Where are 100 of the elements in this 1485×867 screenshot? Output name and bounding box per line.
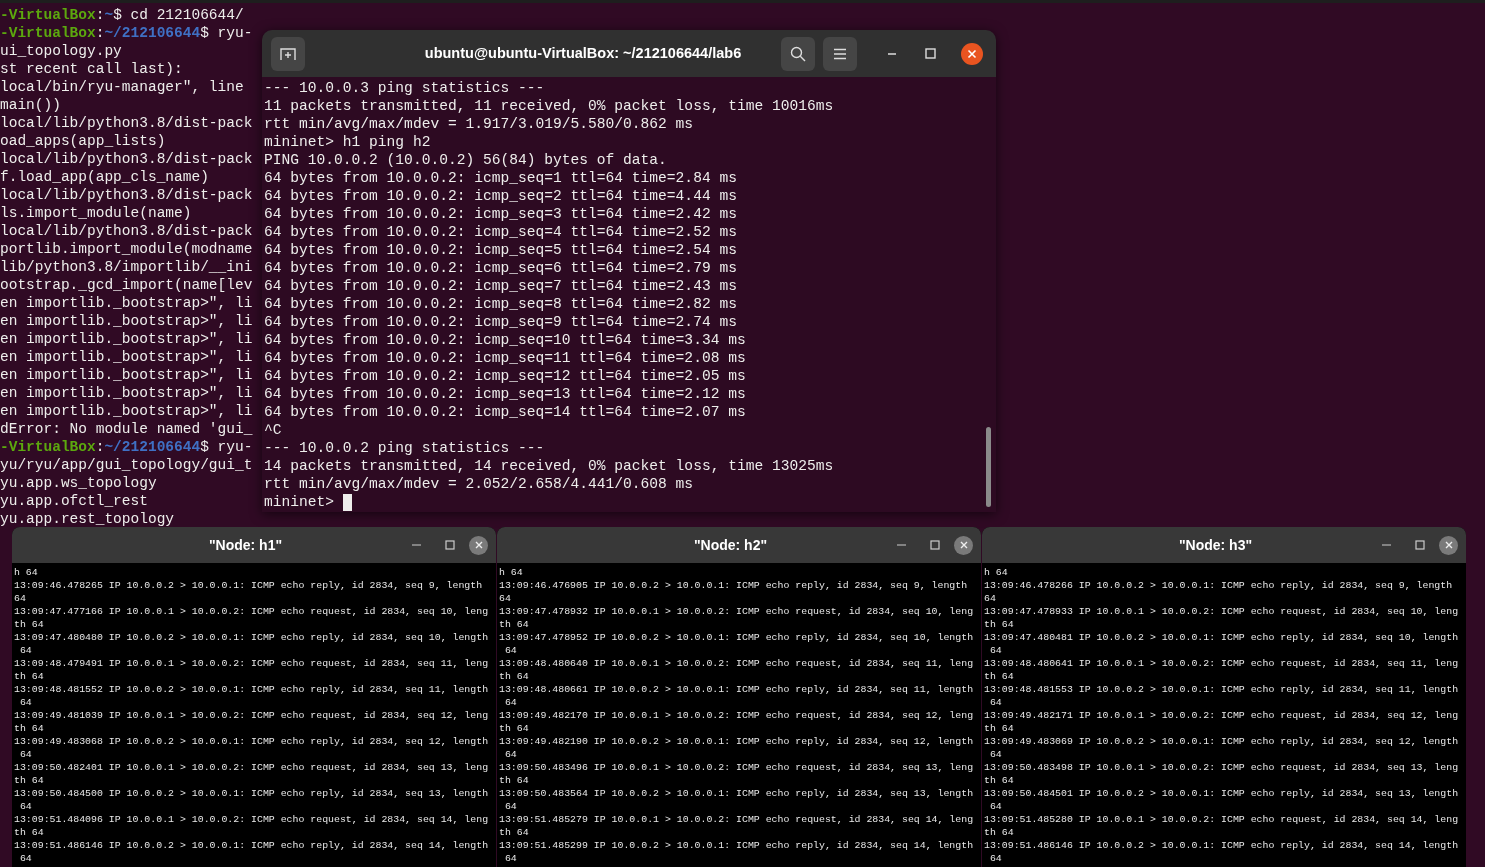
terminal-line: 64 bbox=[988, 644, 1002, 657]
close-button[interactable] bbox=[469, 535, 488, 555]
close-button[interactable] bbox=[961, 42, 983, 65]
terminal-line: 64 bytes from 10.0.0.2: icmp_seq=5 ttl=64 time=2.54 ms bbox=[264, 241, 737, 259]
terminal-line: rtt min/avg/max/mdev = 1.917/3.019/5.580/0.862 ms bbox=[264, 115, 694, 133]
terminal-line: st recent call last): bbox=[0, 60, 184, 78]
menu-button[interactable] bbox=[823, 36, 857, 71]
terminal-line: 64 bbox=[988, 748, 1002, 761]
terminal-line: th 64 bbox=[984, 670, 1014, 683]
terminal-line: 64 bbox=[18, 852, 32, 865]
terminal-line: main()) bbox=[0, 96, 62, 114]
terminal-line: 64 bytes from 10.0.0.2: icmp_seq=14 ttl=64 time=2.07 ms bbox=[264, 403, 746, 421]
prompt-host: -VirtualBox bbox=[0, 439, 96, 455]
prompt-host: -VirtualBox bbox=[0, 25, 96, 41]
terminal-line: en importlib._bootstrap>", li bbox=[0, 402, 253, 420]
terminal-line: 64 bbox=[503, 644, 517, 657]
terminal-line: th 64 bbox=[14, 774, 44, 787]
prompt-path: ~ bbox=[104, 7, 114, 23]
terminal-line: 64 bbox=[18, 748, 32, 761]
terminal-line: 64 bbox=[988, 852, 1002, 865]
minimize-icon bbox=[887, 52, 897, 55]
close-button[interactable] bbox=[1439, 535, 1458, 555]
terminal-line: 13:09:47.478952 IP 10.0.0.2 > 10.0.0.1: ICMP echo reply, id 2834, seq 10, length bbox=[499, 631, 974, 644]
close-icon bbox=[1444, 541, 1453, 549]
terminal-line: 13:09:46.478266 IP 10.0.0.2 > 10.0.0.1: ICMP echo reply, id 2834, seq 9, length bbox=[984, 579, 1453, 592]
command-text: : bbox=[95, 25, 105, 41]
terminal-line: f.load_app(app_cls_name) bbox=[0, 168, 210, 186]
command-text: : bbox=[95, 7, 105, 23]
terminal-line: th 64 bbox=[14, 722, 44, 735]
terminal-line: th 64 bbox=[984, 774, 1014, 787]
terminal-line: 13:09:51.484096 IP 10.0.0.1 > 10.0.0.2: ICMP echo request, id 2834, seq 14, leng bbox=[14, 813, 489, 826]
terminal-line: 13:09:51.486146 IP 10.0.0.2 > 10.0.0.1: ICMP echo reply, id 2834, seq 14, length bbox=[14, 839, 489, 852]
terminal-line: ls.import_module(name) bbox=[0, 204, 193, 222]
terminal-line: local/lib/python3.8/dist-pack bbox=[0, 222, 253, 240]
command-text: $ ryu- bbox=[200, 25, 253, 41]
terminal-line: local/bin/ryu-manager", line bbox=[0, 78, 245, 96]
terminal-line: th 64 bbox=[499, 618, 529, 631]
terminal-line: h 64 bbox=[499, 566, 523, 579]
terminal-line: lib/python3.8/importlib/__ini bbox=[0, 258, 253, 276]
terminal-line: 64 bytes from 10.0.0.2: icmp_seq=11 ttl=64 time=2.08 ms bbox=[264, 349, 746, 367]
terminal-line: 64 bbox=[18, 696, 32, 709]
terminal-line: en importlib._bootstrap>", li bbox=[0, 294, 253, 312]
minimize-icon bbox=[1381, 544, 1391, 546]
terminal-line: PING 10.0.0.2 (10.0.0.2) 56(84) bytes of data. bbox=[264, 151, 667, 169]
minimize-icon bbox=[896, 544, 906, 546]
terminal-line: en importlib._bootstrap>", li bbox=[0, 366, 253, 384]
terminal-line: 64 bbox=[18, 644, 32, 657]
window-title: "Node: h2" bbox=[693, 535, 768, 555]
terminal-line: 13:09:48.481553 IP 10.0.0.2 > 10.0.0.1: ICMP echo reply, id 2834, seq 11, length bbox=[984, 683, 1459, 696]
terminal-line: 64 bbox=[499, 592, 511, 605]
new-tab-icon bbox=[280, 46, 296, 61]
search-button[interactable] bbox=[781, 36, 815, 71]
terminal-line: rtt min/avg/max/mdev = 2.052/2.658/4.441/0.608 ms bbox=[264, 475, 694, 493]
close-icon bbox=[967, 48, 977, 59]
terminal-line: 64 bbox=[18, 800, 32, 813]
terminal-line: 13:09:49.483069 IP 10.0.0.2 > 10.0.0.1: ICMP echo reply, id 2834, seq 12, length bbox=[984, 735, 1459, 748]
terminal-line: 64 bytes from 10.0.0.2: icmp_seq=1 ttl=64 time=2.84 ms bbox=[264, 169, 737, 187]
terminal-line: 13:09:49.482190 IP 10.0.0.2 > 10.0.0.1: ICMP echo reply, id 2834, seq 12, length bbox=[499, 735, 974, 748]
terminal-line: en importlib._bootstrap>", li bbox=[0, 312, 253, 330]
terminal-line: 64 bbox=[984, 592, 996, 605]
terminal-line: local/lib/python3.8/dist-pack bbox=[0, 186, 253, 204]
terminal-line: 13:09:50.482401 IP 10.0.0.1 > 10.0.0.2: ICMP echo request, id 2834, seq 13, leng bbox=[14, 761, 489, 774]
terminal-line: dError: No module named 'gui_ bbox=[0, 420, 253, 438]
terminal-line: th 64 bbox=[499, 826, 529, 839]
terminal-line: 13:09:48.479491 IP 10.0.0.1 > 10.0.0.2: ICMP echo request, id 2834, seq 11, leng bbox=[14, 657, 489, 670]
terminal-line: 64 bbox=[503, 852, 517, 865]
terminal-line: h 64 bbox=[984, 566, 1008, 579]
terminal-line: th 64 bbox=[499, 670, 529, 683]
terminal-line: 13:09:47.480481 IP 10.0.0.2 > 10.0.0.1: ICMP echo reply, id 2834, seq 10, length bbox=[984, 631, 1459, 644]
scrollbar[interactable] bbox=[986, 427, 991, 507]
terminal-line: ootstrap._gcd_import(name[lev bbox=[0, 276, 253, 294]
terminal-line: local/lib/python3.8/dist-pack bbox=[0, 114, 253, 132]
terminal-line: th 64 bbox=[499, 722, 529, 735]
close-icon bbox=[959, 541, 968, 549]
close-button[interactable] bbox=[954, 535, 973, 555]
cursor bbox=[342, 493, 352, 511]
close-icon bbox=[474, 541, 483, 549]
terminal-line: 13:09:50.484500 IP 10.0.0.2 > 10.0.0.1: ICMP echo reply, id 2834, seq 13, length bbox=[14, 787, 489, 800]
terminal-line: 13:09:47.480480 IP 10.0.0.2 > 10.0.0.1: ICMP echo reply, id 2834, seq 10, length bbox=[14, 631, 489, 644]
terminal-line: 13:09:51.485280 IP 10.0.0.1 > 10.0.0.2: ICMP echo request, id 2834, seq 14, leng bbox=[984, 813, 1459, 826]
terminal-line: 64 bytes from 10.0.0.2: icmp_seq=4 ttl=64 time=2.52 ms bbox=[264, 223, 737, 241]
terminal-line: --- 10.0.0.2 ping statistics --- bbox=[264, 439, 545, 457]
command-text: $ cd 212106644/ bbox=[113, 7, 244, 23]
window-title: ubuntu@ubuntu-VirtualBox: ~/212106644/lab6 bbox=[424, 43, 742, 63]
terminal-line: 64 bytes from 10.0.0.2: icmp_seq=6 ttl=64 time=2.79 ms bbox=[264, 259, 737, 277]
terminal-line: 13:09:48.480661 IP 10.0.0.2 > 10.0.0.1: ICMP echo reply, id 2834, seq 11, length bbox=[499, 683, 974, 696]
terminal-line: 13:09:46.478265 IP 10.0.0.2 > 10.0.0.1: ICMP echo reply, id 2834, seq 9, length bbox=[14, 579, 483, 592]
command-text: : bbox=[95, 439, 105, 455]
terminal-line: 64 bytes from 10.0.0.2: icmp_seq=9 ttl=64 time=2.74 ms bbox=[264, 313, 737, 331]
terminal-line: 64 bbox=[503, 748, 517, 761]
new-tab-button[interactable] bbox=[271, 36, 305, 71]
terminal-line: mininet> bbox=[264, 493, 336, 511]
terminal-line: 64 bbox=[503, 696, 517, 709]
prompt-path: ~/212106644 bbox=[104, 439, 201, 455]
terminal-line: ^C bbox=[264, 421, 282, 439]
terminal-line: 64 bytes from 10.0.0.2: icmp_seq=7 ttl=64 time=2.43 ms bbox=[264, 277, 737, 295]
terminal-line: 13:09:51.486146 IP 10.0.0.2 > 10.0.0.1: ICMP echo reply, id 2834, seq 14, length bbox=[984, 839, 1459, 852]
terminal-line: th 64 bbox=[984, 722, 1014, 735]
terminal-line: th 64 bbox=[14, 618, 44, 631]
terminal-line: th 64 bbox=[14, 670, 44, 683]
